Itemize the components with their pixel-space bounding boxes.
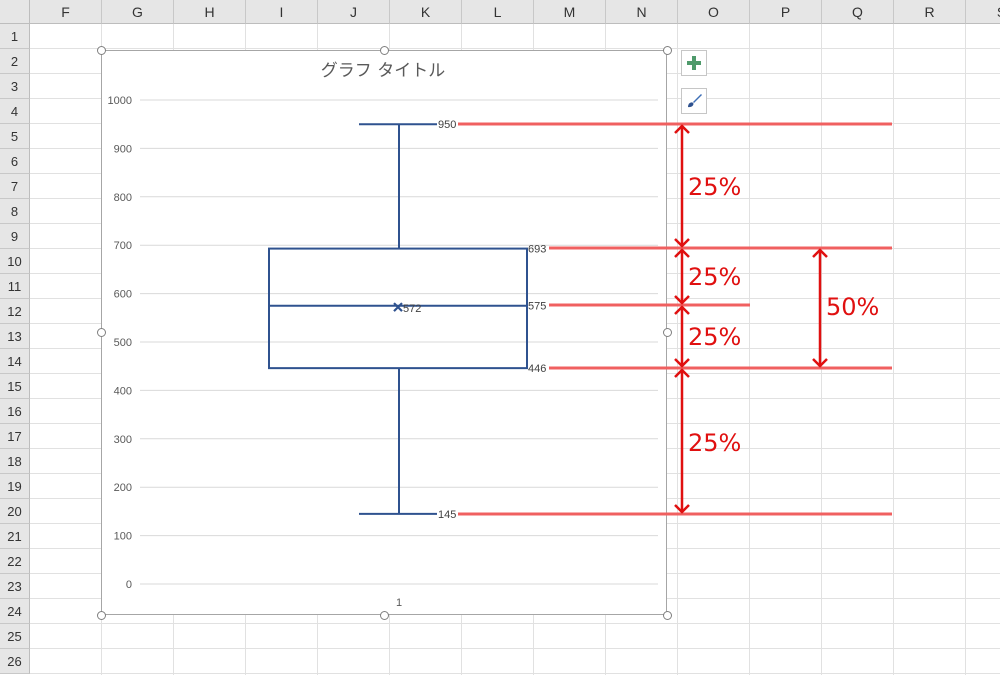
row-header-26[interactable]: 26 [0, 649, 30, 674]
data-label: 575 [528, 301, 546, 313]
row-header-7[interactable]: 7 [0, 174, 30, 199]
row-header-13[interactable]: 13 [0, 324, 30, 349]
grid-column-line [965, 24, 966, 675]
grid-column-line [893, 24, 894, 675]
row-header-1[interactable]: 1 [0, 24, 30, 49]
data-label: 693 [528, 244, 546, 256]
data-label: 572 [403, 303, 421, 315]
row-header-16[interactable]: 16 [0, 399, 30, 424]
data-label: 145 [438, 509, 456, 521]
row-header-4[interactable]: 4 [0, 99, 30, 124]
brush-icon [688, 94, 702, 108]
column-header-G[interactable]: G [102, 0, 174, 24]
row-header-19[interactable]: 19 [0, 474, 30, 499]
grid-column-line [821, 24, 822, 675]
grid-column-line [749, 24, 750, 675]
grid-row-line [30, 648, 1000, 649]
column-header-J[interactable]: J [318, 0, 390, 24]
resize-handle[interactable] [379, 610, 389, 620]
row-header-9[interactable]: 9 [0, 224, 30, 249]
column-header-L[interactable]: L [462, 0, 534, 24]
row-header-15[interactable]: 15 [0, 374, 30, 399]
row-header-6[interactable]: 6 [0, 149, 30, 174]
grid-row-line [30, 623, 1000, 624]
column-header-O[interactable]: O [678, 0, 750, 24]
resize-handle[interactable] [96, 45, 106, 55]
column-header-S[interactable]: S [966, 0, 1000, 24]
chart-title: グラフ タイトル [321, 61, 445, 81]
resize-handle[interactable] [662, 327, 672, 337]
row-header-12[interactable]: 12 [0, 299, 30, 324]
select-all-corner[interactable] [0, 0, 30, 24]
y-tick-label: 900 [114, 143, 132, 155]
row-header-18[interactable]: 18 [0, 449, 30, 474]
row-header-24[interactable]: 24 [0, 599, 30, 624]
column-header-R[interactable]: R [894, 0, 966, 24]
y-tick-label: 200 [114, 482, 132, 494]
row-header-10[interactable]: 10 [0, 249, 30, 274]
column-header-F[interactable]: F [30, 0, 102, 24]
chart-area[interactable]: グラフ タイトル 0 100 200 300 400 500 600 700 800 900 1000… [101, 50, 667, 615]
row-header-14[interactable]: 14 [0, 349, 30, 374]
grid-column-line [677, 24, 678, 675]
y-tick-label: 700 [114, 240, 132, 252]
data-label: 950 [438, 119, 456, 131]
box-plot-chart: グラフ タイトル 0 100 200 300 400 500 600 700 800 900 1000… [108, 61, 658, 609]
row-header-21[interactable]: 21 [0, 524, 30, 549]
y-tick-label: 100 [114, 531, 132, 543]
column-header-K[interactable]: K [390, 0, 462, 24]
row-header-3[interactable]: 3 [0, 74, 30, 99]
chart-styles-button[interactable] [681, 88, 707, 114]
y-tick-label: 400 [114, 385, 132, 397]
mean-marker [393, 302, 403, 312]
column-header-Q[interactable]: Q [822, 0, 894, 24]
y-tick-label: 0 [126, 579, 132, 591]
row-header-22[interactable]: 22 [0, 549, 30, 574]
chart-elements-button[interactable] [681, 50, 707, 76]
grid-row-line [30, 673, 1000, 674]
column-header-I[interactable]: I [246, 0, 318, 24]
resize-handle[interactable] [662, 610, 672, 620]
data-label: 446 [528, 363, 546, 375]
y-tick-label: 500 [114, 337, 132, 349]
y-tick-label: 800 [114, 192, 132, 204]
row-header-25[interactable]: 25 [0, 624, 30, 649]
plus-icon [687, 56, 701, 70]
column-header-M[interactable]: M [534, 0, 606, 24]
row-header-23[interactable]: 23 [0, 574, 30, 599]
column-header-N[interactable]: N [606, 0, 678, 24]
y-tick-label: 600 [114, 289, 132, 301]
y-tick-label: 1000 [108, 95, 132, 107]
resize-handle[interactable] [96, 610, 106, 620]
row-header-11[interactable]: 11 [0, 274, 30, 299]
column-header-H[interactable]: H [174, 0, 246, 24]
row-header-2[interactable]: 2 [0, 49, 30, 74]
grid-row-line [30, 48, 1000, 49]
row-header-17[interactable]: 17 [0, 424, 30, 449]
row-header-20[interactable]: 20 [0, 499, 30, 524]
resize-handle[interactable] [96, 327, 106, 337]
row-header-8[interactable]: 8 [0, 199, 30, 224]
resize-handle[interactable] [379, 45, 389, 55]
resize-handle[interactable] [662, 45, 672, 55]
y-tick-label: 300 [114, 434, 132, 446]
x-tick-label: 1 [396, 597, 402, 609]
row-header-5[interactable]: 5 [0, 124, 30, 149]
column-header-P[interactable]: P [750, 0, 822, 24]
